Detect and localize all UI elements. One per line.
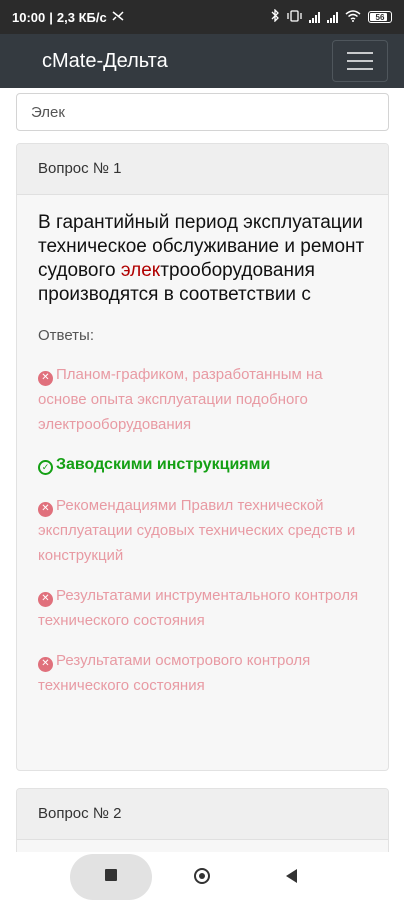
menu-toggle-button[interactable] <box>332 40 388 82</box>
answer-item: ✕ Результатами осмотрового контроля техни… <box>38 652 311 694</box>
battery-icon: 56 <box>368 11 392 23</box>
correct-answer-icon: ✓ <box>38 460 53 475</box>
question-header: Вопрос № 1 <box>17 144 388 195</box>
wifi-icon <box>345 9 361 25</box>
search-highlight: элек <box>120 260 161 281</box>
vibrate-icon <box>287 9 302 25</box>
wrong-answer-icon: ✕ <box>38 592 53 607</box>
answer-item: ✕ Рекомендациями Правил технической экспл… <box>38 497 356 564</box>
answers-label: Ответы: <box>38 327 95 344</box>
question-card: Вопрос № 1 В гарантийный период эксплуат… <box>16 143 389 771</box>
signal-icon-sim1 <box>309 11 320 23</box>
data-saver-icon <box>111 10 125 25</box>
signal-icon-sim2 <box>327 11 338 23</box>
wrong-answer-icon: ✕ <box>38 371 53 386</box>
answer-item: ✕ Результатами инструментального контроля… <box>38 587 359 629</box>
navbar: cMate-Дельта <box>0 34 404 88</box>
search-input[interactable]: Элек <box>16 93 389 131</box>
back-button-icon[interactable] <box>286 869 297 883</box>
answer-item-correct: ✓ Заводскими инструкциями <box>38 452 367 477</box>
home-button-icon[interactable] <box>194 868 210 884</box>
hamburger-icon <box>347 52 373 54</box>
bluetooth-icon <box>271 8 280 25</box>
status-time: 10:00 <box>12 9 46 25</box>
status-network-speed: 2,3 КБ/с <box>56 9 107 25</box>
recents-button-icon[interactable] <box>105 869 117 881</box>
app-brand[interactable]: cMate-Дельта <box>42 50 168 73</box>
answer-item: ✕ Планом-графиком, разработанным на основ… <box>38 366 323 433</box>
wrong-answer-icon: ✕ <box>38 657 53 672</box>
status-bar: 10:00 | 2,3 КБ/с 56 <box>0 0 404 34</box>
question-header: Вопрос № 2 <box>17 789 388 840</box>
wrong-answer-icon: ✕ <box>38 502 53 517</box>
system-nav-bar <box>0 852 404 900</box>
question-text: В гарантийный период эксплуатации технич… <box>38 212 365 305</box>
